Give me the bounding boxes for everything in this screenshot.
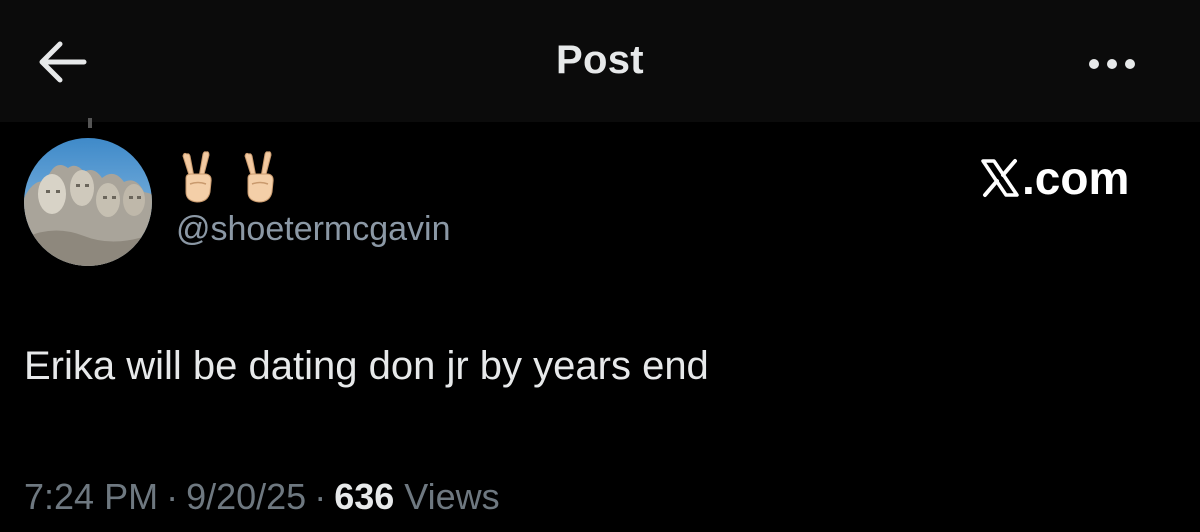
display-name[interactable] bbox=[178, 148, 280, 204]
post-time[interactable]: 7:24 PM bbox=[24, 476, 158, 517]
victory-hand-emoji bbox=[182, 151, 212, 203]
top-nav-bar: Post bbox=[0, 0, 1200, 122]
victory-hand-emoji bbox=[244, 151, 274, 203]
meta-separator: · bbox=[166, 476, 179, 517]
brand-watermark: .com bbox=[980, 150, 1129, 206]
mount-rushmore-avatar bbox=[24, 138, 152, 266]
post-date[interactable]: 9/20/25 bbox=[186, 476, 306, 517]
page-title: Post bbox=[556, 38, 644, 82]
post-text: Erika will be dating don jr by years end bbox=[24, 344, 709, 388]
user-handle[interactable]: @shoetermcgavin bbox=[176, 210, 451, 249]
more-horizontal-icon bbox=[1089, 59, 1135, 69]
views-link[interactable]: 636 Views bbox=[334, 476, 499, 517]
views-label: Views bbox=[404, 476, 500, 517]
post-meta: 7:24 PM · 9/20/25 · 636 Views bbox=[24, 476, 500, 518]
avatar[interactable] bbox=[24, 138, 152, 266]
views-count: 636 bbox=[334, 476, 395, 517]
more-options-button[interactable] bbox=[1080, 46, 1144, 82]
brand-domain-text: .com bbox=[1022, 152, 1130, 204]
x-logo-icon bbox=[981, 159, 1019, 197]
meta-separator: · bbox=[314, 476, 327, 517]
thread-connector bbox=[88, 118, 92, 128]
